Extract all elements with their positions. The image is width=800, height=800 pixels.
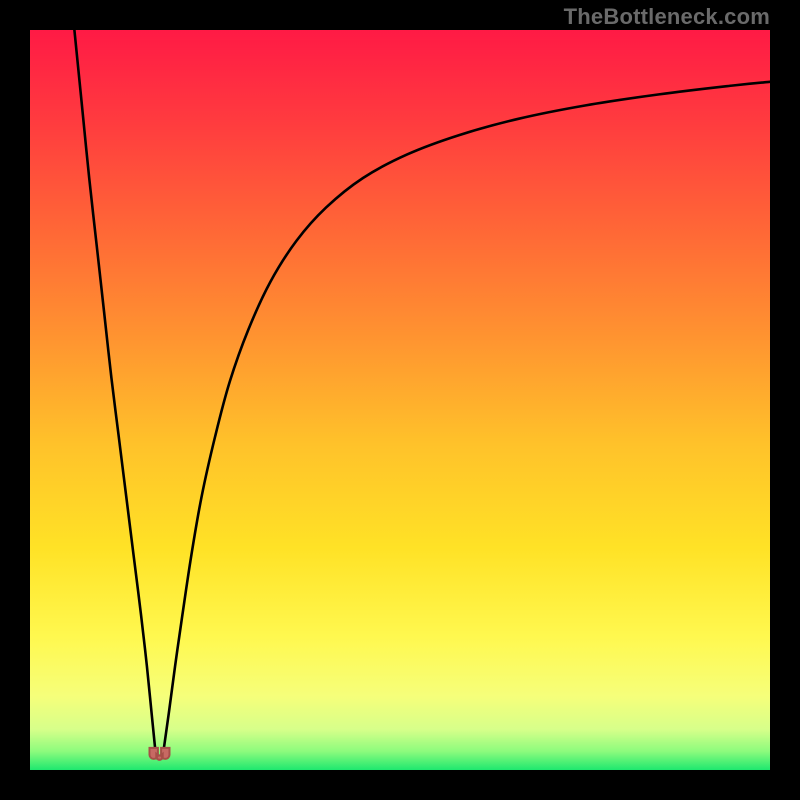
chart-frame: TheBottleneck.com	[0, 0, 800, 800]
curve-left-branch	[74, 30, 155, 748]
notch-marker	[150, 748, 170, 760]
plot-area	[30, 30, 770, 770]
curve-right-branch	[164, 82, 770, 748]
curve-layer	[30, 30, 770, 770]
watermark-text: TheBottleneck.com	[564, 4, 770, 30]
